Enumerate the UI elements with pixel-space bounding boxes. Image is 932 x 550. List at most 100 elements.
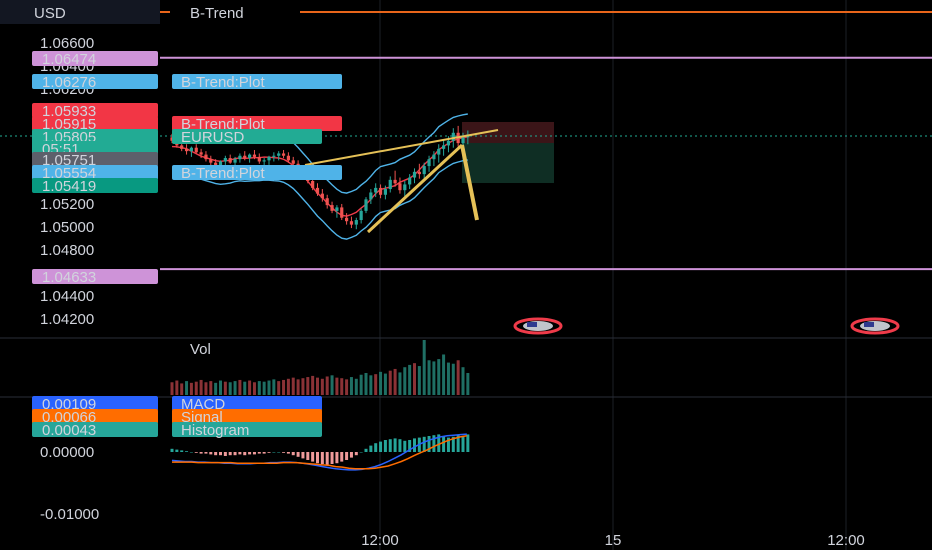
- histogram-bar: [180, 450, 184, 452]
- histogram-bar: [466, 434, 470, 452]
- volume-bar: [422, 340, 426, 395]
- volume-bar: [461, 367, 465, 395]
- volume-bar: [388, 370, 392, 395]
- candle-body: [422, 166, 426, 175]
- volume-bar: [379, 371, 383, 395]
- volume-bar: [233, 381, 237, 395]
- volume-bar: [456, 360, 460, 395]
- histogram-bar: [461, 436, 465, 452]
- candle-body: [340, 207, 344, 218]
- histogram-bar: [282, 452, 286, 453]
- histogram-bar: [228, 452, 232, 456]
- candle-body: [189, 147, 193, 152]
- volume-bar: [442, 354, 446, 395]
- indicator-tag-text: EURUSD: [181, 129, 245, 146]
- histogram-bar: [243, 452, 247, 456]
- candle-body: [252, 154, 257, 157]
- volume-bar: [408, 364, 412, 395]
- histogram-bar: [403, 440, 407, 452]
- time-tick: 12:00: [361, 532, 399, 549]
- volume-bar: [267, 380, 271, 395]
- volume-bar: [175, 380, 179, 395]
- volume-bar: [277, 381, 281, 395]
- candle-body: [209, 159, 213, 163]
- time-tick: 15: [605, 532, 622, 549]
- indicator-tag-text: B-Trend:Plot: [181, 165, 265, 182]
- histogram-bar: [214, 452, 218, 456]
- candle-body: [369, 192, 373, 200]
- volume-bar: [219, 380, 222, 395]
- histogram-bar: [316, 452, 319, 464]
- volume-bar: [345, 379, 349, 395]
- volume-bar: [383, 373, 387, 395]
- histogram-bar: [296, 452, 300, 457]
- candle-body: [451, 132, 455, 141]
- histogram-bar: [170, 448, 174, 452]
- volume-bar: [417, 366, 421, 395]
- candle-body: [412, 171, 417, 178]
- time-axis: 12:00 15 12:00: [361, 532, 865, 549]
- candle-body: [194, 147, 198, 153]
- candle-body: [446, 140, 451, 146]
- volume-bar: [180, 383, 184, 395]
- price-tick: 1.05200: [40, 196, 94, 213]
- histogram-bar: [199, 452, 203, 454]
- candle-body: [281, 153, 286, 156]
- volume-bar: [403, 367, 407, 395]
- histogram-bar: [345, 452, 349, 460]
- candle-body: [427, 159, 431, 167]
- histogram-bar: [349, 452, 353, 458]
- candle-body: [349, 221, 354, 225]
- candle-body: [311, 181, 315, 188]
- volume-bar: [272, 379, 276, 395]
- histogram-bar: [320, 452, 324, 464]
- volume-bar: [446, 362, 450, 395]
- histogram-bar: [248, 452, 252, 455]
- price-tick: 1.04200: [40, 311, 94, 328]
- time-tick: 12:00: [827, 532, 865, 549]
- candle-body: [442, 145, 446, 149]
- volume-label: Vol: [190, 341, 211, 358]
- histogram-bar: [364, 448, 368, 452]
- histogram-bar: [335, 452, 339, 464]
- price-tick: 1.05000: [40, 219, 94, 236]
- histogram-bar: [354, 452, 358, 456]
- histogram-bar: [277, 452, 281, 453]
- histogram-bar: [422, 436, 426, 452]
- us-event-flag[interactable]: [513, 317, 563, 335]
- candle-body: [204, 154, 208, 160]
- volume-bar: [257, 381, 261, 395]
- volume-bar: [354, 378, 358, 395]
- volume-bar: [262, 381, 266, 395]
- histogram-bar: [267, 452, 271, 453]
- stop-loss-zone[interactable]: [462, 122, 554, 143]
- take-profit-zone[interactable]: [462, 143, 554, 183]
- candle-body: [432, 154, 436, 160]
- candle-body: [277, 153, 281, 156]
- volume-bar: [243, 381, 247, 395]
- candle-body: [320, 193, 324, 199]
- volume-bar: [189, 382, 193, 395]
- volume-bar: [228, 382, 232, 395]
- volume-bar: [413, 363, 416, 395]
- chart-root[interactable]: USD B-Trend 1.06600 1.06400 1.06200 1.05200…: [0, 0, 932, 550]
- us-event-flag[interactable]: [850, 317, 900, 335]
- volume-bar: [374, 374, 378, 395]
- histogram-bar: [257, 452, 261, 454]
- indicator-name[interactable]: B-Trend: [190, 5, 244, 22]
- volume-bar: [204, 382, 208, 395]
- chart-canvas[interactable]: USD B-Trend 1.066001.064001.062001.05200…: [0, 0, 932, 550]
- candle-body: [388, 179, 392, 190]
- histogram-bar: [379, 441, 383, 452]
- histogram-bar: [204, 452, 208, 454]
- candle-body: [267, 156, 271, 161]
- volume-bar: [291, 377, 295, 395]
- candle-body: [364, 199, 368, 211]
- macd-axis: 0.00000 -0.01000: [40, 444, 99, 523]
- macd-tick: 0.00000: [40, 444, 94, 461]
- histogram-bar: [233, 452, 237, 456]
- candle-body: [291, 160, 295, 164]
- volume-bar: [286, 378, 290, 395]
- histogram-bar: [413, 438, 416, 452]
- candle-body: [272, 155, 276, 157]
